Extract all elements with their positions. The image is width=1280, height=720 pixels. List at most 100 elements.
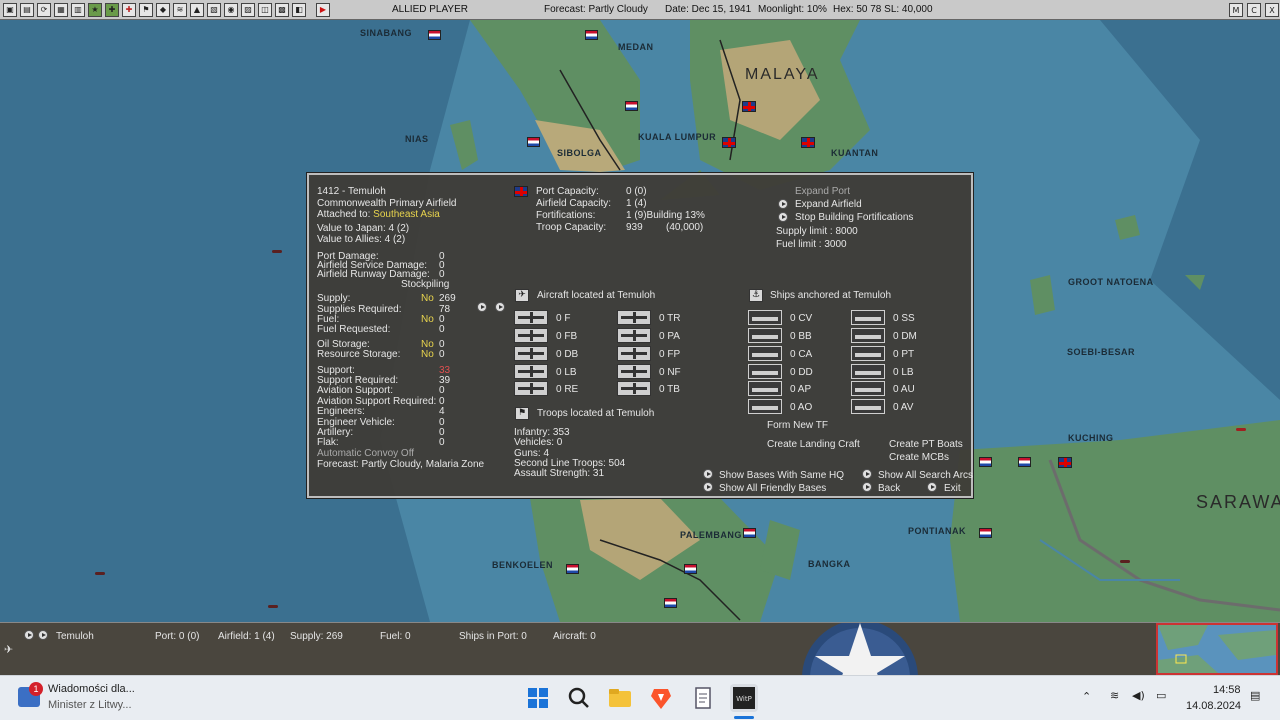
form-new-tf-button[interactable]: Form New TF [767,420,828,431]
dutch-flag-icon[interactable] [566,564,579,574]
dutch-flag-icon[interactable] [625,101,638,111]
toolbar-button-15[interactable]: ▨ [241,2,255,17]
battleship-icon[interactable] [748,328,782,343]
create-mcbs-button[interactable]: Create MCBs [889,452,949,463]
toolbar-button-16[interactable]: ◫ [258,2,272,17]
prev-base-button[interactable] [477,302,487,312]
patrol-icon[interactable] [617,328,651,343]
transport-icon[interactable] [617,310,651,325]
ship-icon[interactable] [1120,560,1130,563]
fighter-icon[interactable] [514,310,548,325]
attached-hq-link[interactable]: Southeast Asia [373,209,440,220]
clock-time[interactable]: 14:58 [1213,684,1241,696]
fuel-limit-button[interactable]: Fuel limit : 3000 [776,239,847,250]
create-pt-boats-button[interactable]: Create PT Boats [889,439,963,450]
toolbar-button-14[interactable]: ◉ [224,2,238,17]
next-base-arrow[interactable] [38,630,48,640]
news-title[interactable]: Wiadomości dla... [48,683,135,695]
toolbar-button-10[interactable]: ◆ [156,2,170,17]
dutch-flag-icon[interactable] [664,598,677,608]
end-turn-icon[interactable]: ▶ [316,2,330,17]
show-all-search-arcs-button[interactable]: Show All Search Arcs [878,470,973,481]
base-name-link[interactable]: Temuloh [56,631,94,642]
dutch-flag-icon[interactable] [979,457,992,467]
cruiser-icon[interactable] [748,346,782,361]
landing-barge-icon[interactable] [851,364,885,379]
show-friendly-radio[interactable] [703,482,713,492]
brave-browser-icon[interactable] [647,684,675,712]
uk-flag-icon[interactable] [722,137,736,148]
volume-icon[interactable]: ◀) [1132,689,1145,702]
uk-flag-icon[interactable] [1058,457,1072,468]
toolbar-button-13[interactable]: ▧ [207,2,221,17]
toolbar-button-8[interactable]: ✚ [122,2,136,17]
toolbar-button-2[interactable]: ▤ [20,2,34,17]
toolbar-button-18[interactable]: ◧ [292,2,306,17]
auxiliary-icon[interactable] [851,381,885,396]
back-radio[interactable] [862,482,872,492]
dutch-flag-icon[interactable] [428,30,441,40]
windows-start-icon[interactable] [524,684,552,712]
exit-button[interactable]: Exit [944,483,961,494]
dive-bomber-icon[interactable] [514,346,548,361]
dutch-flag-icon[interactable] [979,528,992,538]
toolbar-button-4[interactable]: ▦ [54,2,68,17]
toolbar-button-5[interactable]: ▥ [71,2,85,17]
show-arcs-radio[interactable] [862,469,872,479]
battery-icon[interactable]: ▭ [1156,689,1166,702]
dutch-flag-icon[interactable] [743,528,756,538]
chevron-up-icon[interactable]: ⌃ [1082,690,1091,703]
toolbar-button-3[interactable]: ⟳ [37,2,51,17]
dutch-flag-icon[interactable] [527,137,540,147]
recon-icon[interactable] [514,381,548,396]
stop-fortifications-button[interactable]: Stop Building Fortifications [795,212,913,223]
fighter-bomber-icon[interactable] [514,328,548,343]
dutch-flag-icon[interactable] [1018,457,1031,467]
toolbar-button-7[interactable]: ✚ [105,2,119,17]
notepad-icon[interactable] [689,684,717,712]
expand-airfield-radio[interactable] [778,199,788,209]
prev-base-arrow[interactable] [24,630,34,640]
toolbar-button-11[interactable]: ≋ [173,2,187,17]
close-x-button[interactable]: X [1265,3,1279,17]
dutch-flag-icon[interactable] [684,564,697,574]
show-hq-radio[interactable] [703,469,713,479]
minelayer-icon[interactable] [851,328,885,343]
create-landing-craft-button[interactable]: Create Landing Craft [767,439,860,450]
clock-date[interactable]: 14.08.2024 [1186,700,1241,712]
supply-limit-button[interactable]: Supply limit : 8000 [776,226,858,237]
back-button[interactable]: Back [878,483,900,494]
pt-boat-icon[interactable] [851,346,885,361]
wifi-icon[interactable]: ≋ [1110,689,1119,702]
show-bases-same-hq-button[interactable]: Show Bases With Same HQ [719,470,844,481]
destroyer-icon[interactable] [748,364,782,379]
level-bomber-icon[interactable] [514,364,548,379]
ship-icon[interactable] [95,572,105,575]
menu-m-button[interactable]: M [1229,3,1243,17]
supply-stockpile-toggle[interactable]: No [421,293,434,304]
search-icon[interactable] [565,684,593,712]
dutch-flag-icon[interactable] [585,30,598,40]
ship-icon[interactable] [272,250,282,253]
uk-flag-icon[interactable] [742,101,756,112]
ship-icon[interactable] [268,605,278,608]
carrier-icon[interactable] [748,310,782,325]
torpedo-bomber-icon[interactable] [617,381,651,396]
menu-c-button[interactable]: C [1247,3,1261,17]
float-plane-icon[interactable] [617,346,651,361]
ship-icon[interactable] [1236,428,1246,431]
toolbar-button-17[interactable]: ▩ [275,2,289,17]
resource-storage-toggle[interactable]: No [421,349,434,360]
toolbar-button-12[interactable]: ▲ [190,2,204,17]
exit-radio[interactable] [927,482,937,492]
expand-airfield-button[interactable]: Expand Airfield [795,199,862,210]
show-all-friendly-bases-button[interactable]: Show All Friendly Bases [719,483,826,494]
toolbar-button-1[interactable]: ▣ [3,2,17,17]
night-fighter-icon[interactable] [617,364,651,379]
war-in-the-pacific-app-icon[interactable]: WitP [730,684,758,712]
convoy-toggle[interactable]: Automatic Convoy Off [317,448,414,459]
minimap[interactable] [1156,623,1278,675]
fuel-stockpile-toggle[interactable]: No [421,314,434,325]
seaplane-tender-icon[interactable] [851,399,885,414]
news-subtitle[interactable]: Minister z Litwy... [48,699,132,711]
